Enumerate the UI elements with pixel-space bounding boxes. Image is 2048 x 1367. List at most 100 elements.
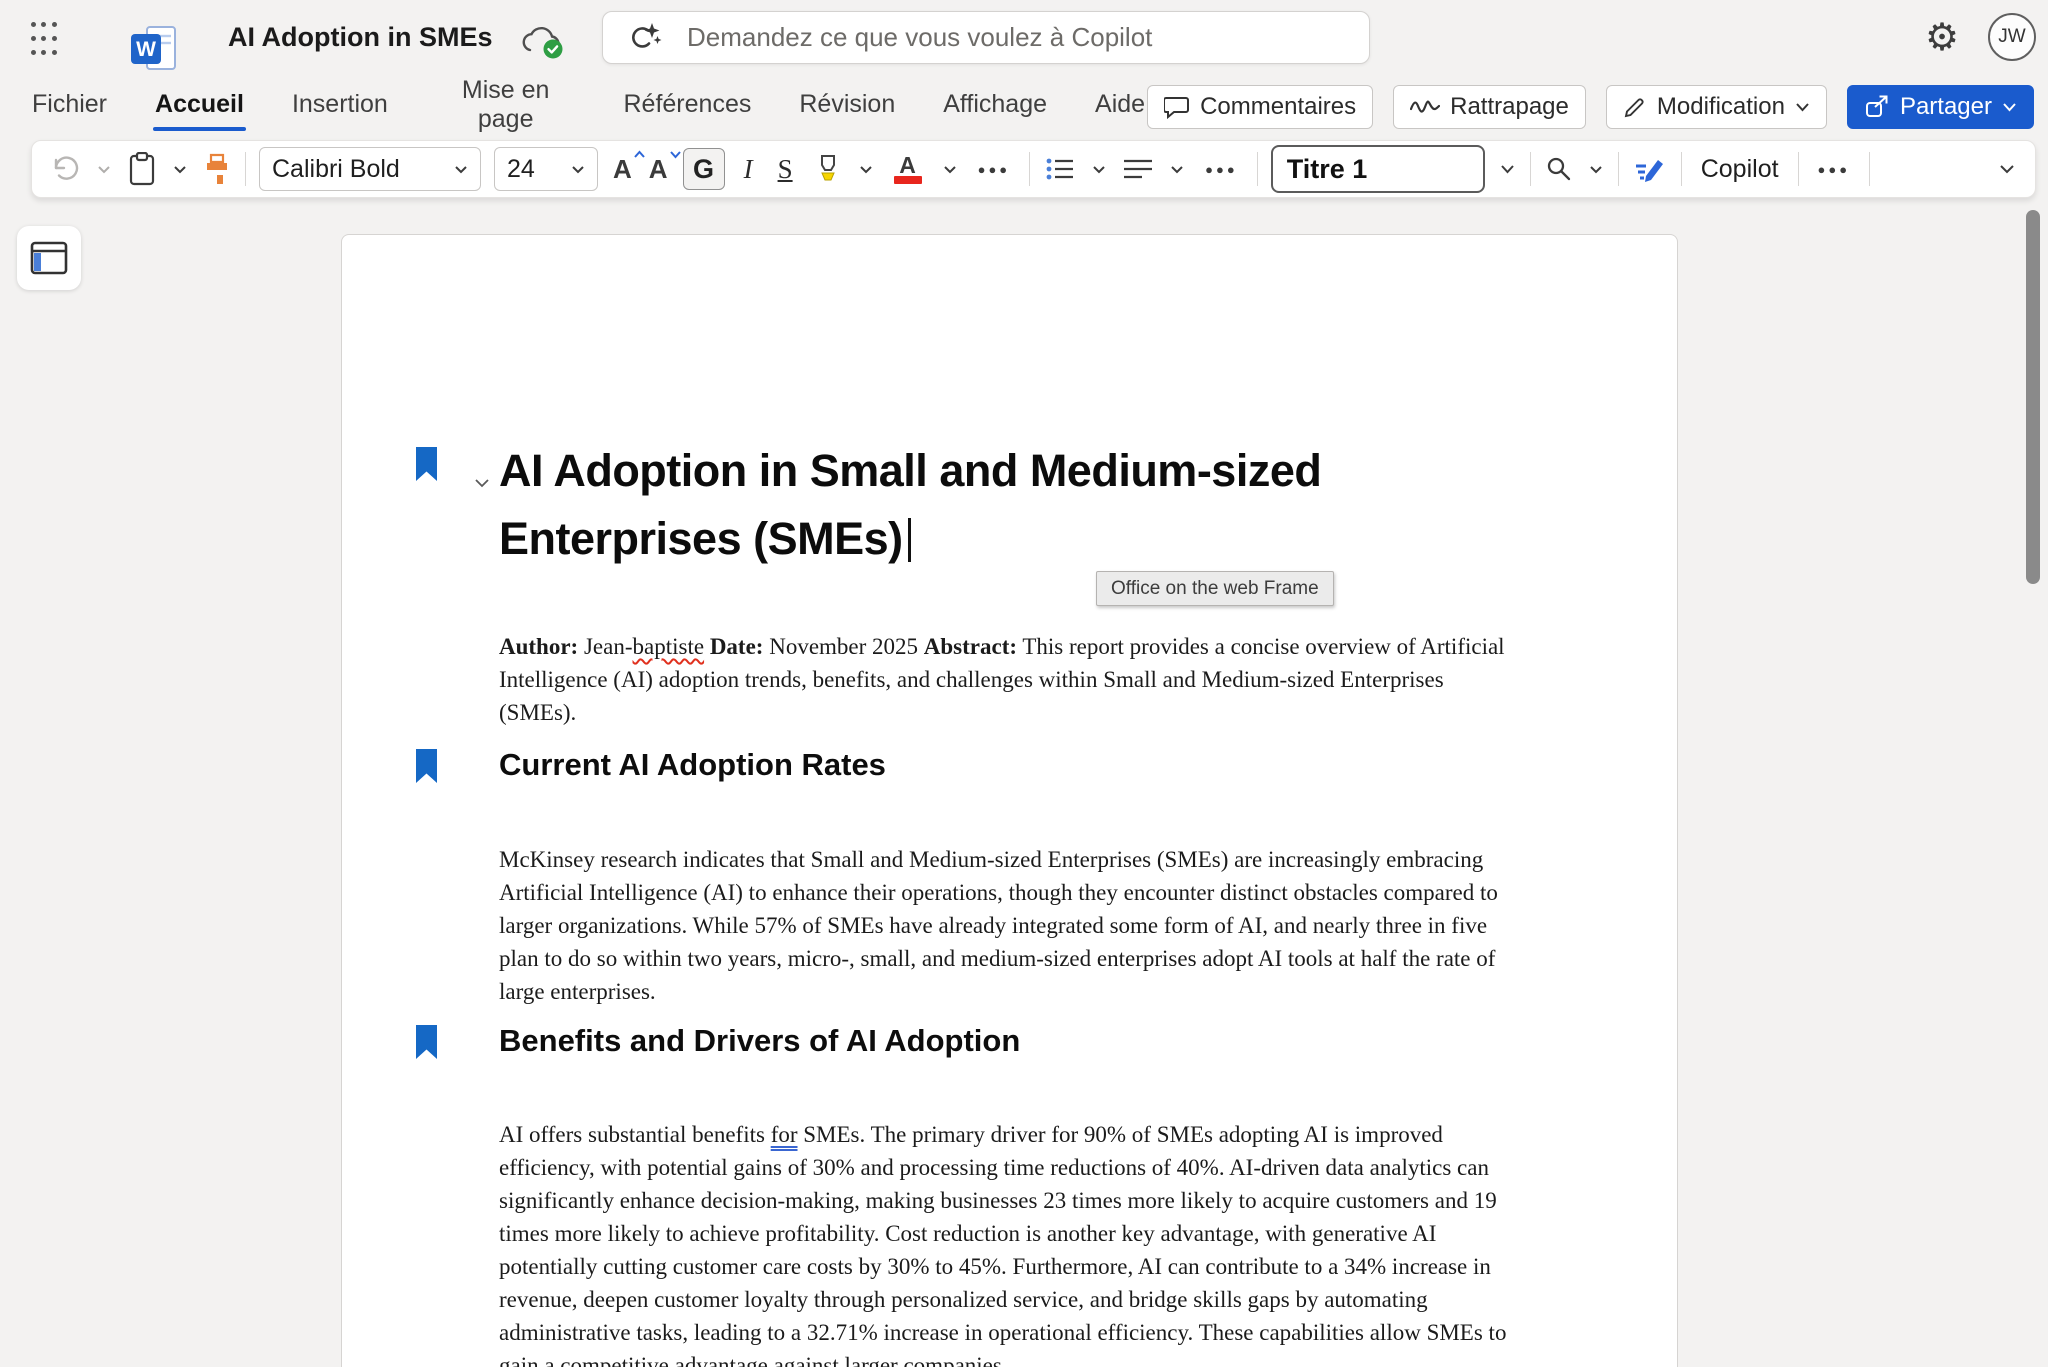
more-paragraph-options-button[interactable]: ●●● [1199,161,1244,178]
chevron-down-icon [1500,164,1515,174]
editor-pen-icon [1634,154,1666,184]
chevron-down-icon [1092,165,1106,174]
ribbon-divider [1798,152,1799,186]
menu-fichier[interactable]: Fichier [30,78,109,135]
bullet-menu-chevron[interactable] [1090,163,1108,176]
format-painter-icon [204,152,230,186]
document-page[interactable]: AI Adoption in Small and Medium-sized En… [341,234,1678,1367]
paragraph-spacing-button[interactable] [1121,156,1155,182]
catchup-button[interactable]: Rattrapage [1393,85,1586,129]
shrink-font-button[interactable]: A [647,152,670,187]
find-button[interactable] [1544,154,1574,184]
clipboard-icon [128,152,156,186]
chevron-down-icon [943,165,957,174]
ribbon-divider [1029,152,1030,186]
menu-aide[interactable]: Aide [1093,78,1147,135]
caret-down-icon [669,150,682,159]
more-font-options-button[interactable]: ●●● [972,161,1017,178]
app-launcher-button[interactable] [22,16,66,60]
doc-meta-paragraph[interactable]: Author: Jean-baptiste Date: November 202… [499,630,1521,729]
menubar: Fichier Accueil Insertion Mise en page R… [0,75,2048,138]
paragraph-menu-chevron[interactable] [1168,163,1186,176]
navigation-pane-toggle[interactable] [17,226,81,290]
bullet-list-icon [1045,157,1075,181]
bookmark-icon [416,749,437,783]
menu-references[interactable]: Références [622,78,754,135]
share-icon [1864,94,1890,120]
comments-button[interactable]: Commentaires [1147,85,1373,129]
copilot-search-input[interactable] [685,21,1359,54]
doc-heading2-adoption[interactable]: Current AI Adoption Rates [499,747,886,783]
caret-up-icon [633,150,646,159]
chevron-down-icon [571,165,585,174]
ribbon-toolbar: Calibri Bold 24 A A G I [31,140,2036,198]
menu-items: Fichier Accueil Insertion Mise en page R… [30,64,1147,150]
doc-heading1-line2[interactable]: Enterprises (SMEs) [499,513,911,565]
menubar-actions: Commentaires Rattrapage Modification [1147,85,2034,129]
font-name-combo[interactable]: Calibri Bold [259,147,481,191]
highlighter-icon [814,154,842,184]
bookmark-icon [416,447,437,481]
undo-button[interactable] [50,154,82,184]
font-color-menu-chevron[interactable] [941,163,959,176]
italic-button[interactable]: I [738,153,759,186]
chevron-down-icon [454,165,468,174]
word-online-app: W AI Adoption in SMEs ⚙ [0,0,2048,1367]
paste-button[interactable] [126,150,158,188]
pulse-icon [1410,97,1440,117]
style-combo[interactable]: Titre 1 [1271,145,1485,193]
pencil-icon [1623,95,1647,119]
ribbon-divider [1618,152,1619,186]
font-size-combo[interactable]: 24 [494,147,598,191]
menu-insertion[interactable]: Insertion [290,78,390,135]
collapse-ribbon-button[interactable] [1997,162,2017,176]
copilot-search-box[interactable] [602,11,1370,64]
paste-menu-chevron[interactable] [171,163,189,176]
menu-affichage[interactable]: Affichage [941,78,1049,135]
svg-text:W: W [136,38,156,61]
account-avatar[interactable]: JW [1988,13,2036,61]
doc-heading1-line1[interactable]: AI Adoption in Small and Medium-sized [499,445,1321,497]
chevron-down-icon [1589,165,1603,174]
settings-gear-button[interactable]: ⚙ [1916,12,1968,64]
frame-tooltip: Office on the web Frame [1096,571,1334,606]
font-color-button[interactable]: A [888,153,928,185]
waffle-dot [31,22,36,27]
ribbon-divider [1681,152,1682,186]
editing-mode-button[interactable]: Modification [1606,85,1827,129]
format-painter-button[interactable] [202,150,232,188]
align-lines-icon [1123,158,1153,180]
vertical-scrollbar-thumb[interactable] [2026,210,2040,584]
ribbon-divider [1869,152,1870,186]
menu-mise-en-page[interactable]: Mise en page [434,64,578,150]
highlight-button[interactable] [812,152,844,186]
search-icon [1546,156,1572,182]
bold-button[interactable]: G [683,148,725,190]
style-menu-chevron[interactable] [1498,162,1517,176]
heading-collapse-chevron[interactable] [468,475,496,492]
menu-accueil[interactable]: Accueil [153,78,246,135]
menu-revision[interactable]: Révision [797,78,897,135]
chevron-down-icon [1999,164,2015,174]
doc-adoption-paragraph[interactable]: McKinsey research indicates that Small a… [499,843,1521,1008]
doc-benefits-paragraph[interactable]: AI offers substantial benefits for SMEs.… [499,1118,1521,1367]
doc-heading2-benefits[interactable]: Benefits and Drivers of AI Adoption [499,1023,1020,1059]
chevron-down-icon [474,478,490,488]
copilot-button[interactable]: Copilot [1695,154,1785,185]
underline-button[interactable]: S [772,153,799,186]
chevron-down-icon [1170,165,1184,174]
text-cursor [908,518,911,562]
highlight-menu-chevron[interactable] [857,163,875,176]
editor-button[interactable] [1632,152,1668,186]
share-button[interactable]: Partager [1847,85,2034,129]
chevron-down-icon [173,165,187,174]
ribbon-overflow-button[interactable]: ●●● [1812,161,1857,178]
undo-icon [52,156,80,182]
comment-icon [1164,95,1190,119]
bullet-list-button[interactable] [1043,155,1077,183]
gear-icon: ⚙ [1925,17,1959,59]
font-color-swatch [894,176,922,184]
undo-menu-chevron[interactable] [95,163,113,176]
find-menu-chevron[interactable] [1587,163,1605,176]
grow-font-button[interactable]: A [611,152,634,187]
